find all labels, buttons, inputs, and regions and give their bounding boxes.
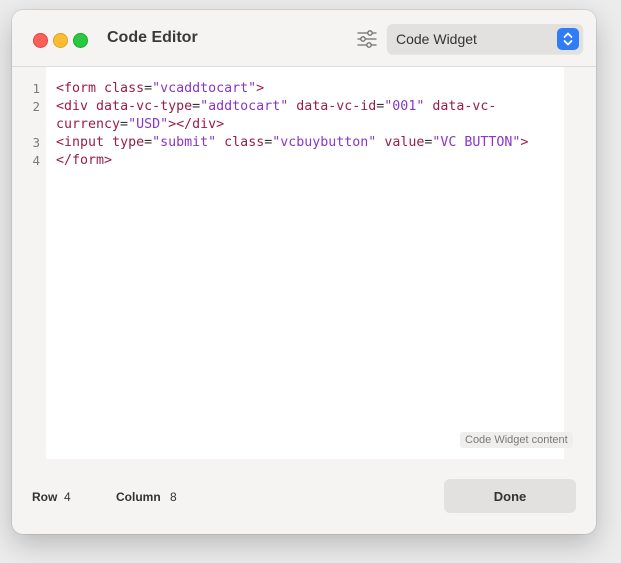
code-token: currency [56,117,121,132]
line-number-gutter [12,67,46,459]
window-title: Code Editor [107,29,198,46]
code-editor[interactable]: 1 <form class="vcaddtocart"> 2 <div data-vc… [12,67,580,459]
code-token: <div [56,99,89,114]
minimize-window-button[interactable] [53,33,68,48]
code-editor-window: Code Editor Code Widget 1 <form class="v… [12,10,596,534]
code-token: = [144,135,153,150]
widget-type-select[interactable]: Code Widget [387,24,583,54]
code-token: value [384,135,425,150]
code-token: "VC BUTTON" [432,135,521,150]
zoom-window-button[interactable] [73,33,88,48]
code-token: > [256,81,265,96]
code-token: data-vc-type [96,99,193,114]
done-button[interactable]: Done [444,479,576,513]
column-label: Column [116,490,161,504]
code-line[interactable]: <div data-vc-type="addtocart" data-vc-id… [56,98,496,116]
code-token: class [104,81,145,96]
content-label-badge: Code Widget content [460,432,573,448]
code-line[interactable]: currency="USD"></div> [56,116,224,134]
code-token: = [192,99,201,114]
line-number: 3 [32,135,40,150]
code-token: class [224,135,265,150]
editor-scrollbar-track[interactable] [564,67,580,459]
code-token: = [120,117,129,132]
widget-type-select-label: Code Widget [396,31,477,47]
sliders-icon[interactable] [357,30,377,48]
code-token: "USD" [128,117,169,132]
line-number: 4 [32,153,40,168]
code-token: <form [56,81,97,96]
row-label: Row [32,490,58,504]
code-token: </form> [56,153,113,168]
line-number: 1 [32,81,40,96]
column-value: 8 [170,490,177,504]
code-line[interactable]: </form> [56,152,112,170]
code-token: "vcbuybutton" [272,135,377,150]
code-token: = [144,81,153,96]
row-value: 4 [64,490,71,504]
code-token: data-vc- [432,99,497,114]
line-number: 2 [32,99,40,114]
code-token: > [520,135,529,150]
chevron-up-down-icon [557,28,579,50]
title-bar: Code Editor Code Widget [12,10,596,67]
status-footer: Row 4 Column 8 Done [12,459,596,534]
code-token: data-vc-id [296,99,377,114]
code-token: "addtocart" [200,99,289,114]
code-line[interactable]: <form class="vcaddtocart"> [56,80,264,98]
code-token: "submit" [152,135,217,150]
code-token: "vcaddtocart" [152,81,257,96]
code-token: <input [56,135,105,150]
code-token: ></div> [168,117,225,132]
code-token: "001" [384,99,425,114]
close-window-button[interactable] [33,33,48,48]
code-line[interactable]: <input type="submit" class="vcbuybutton"… [56,134,528,152]
code-token: type [112,135,145,150]
